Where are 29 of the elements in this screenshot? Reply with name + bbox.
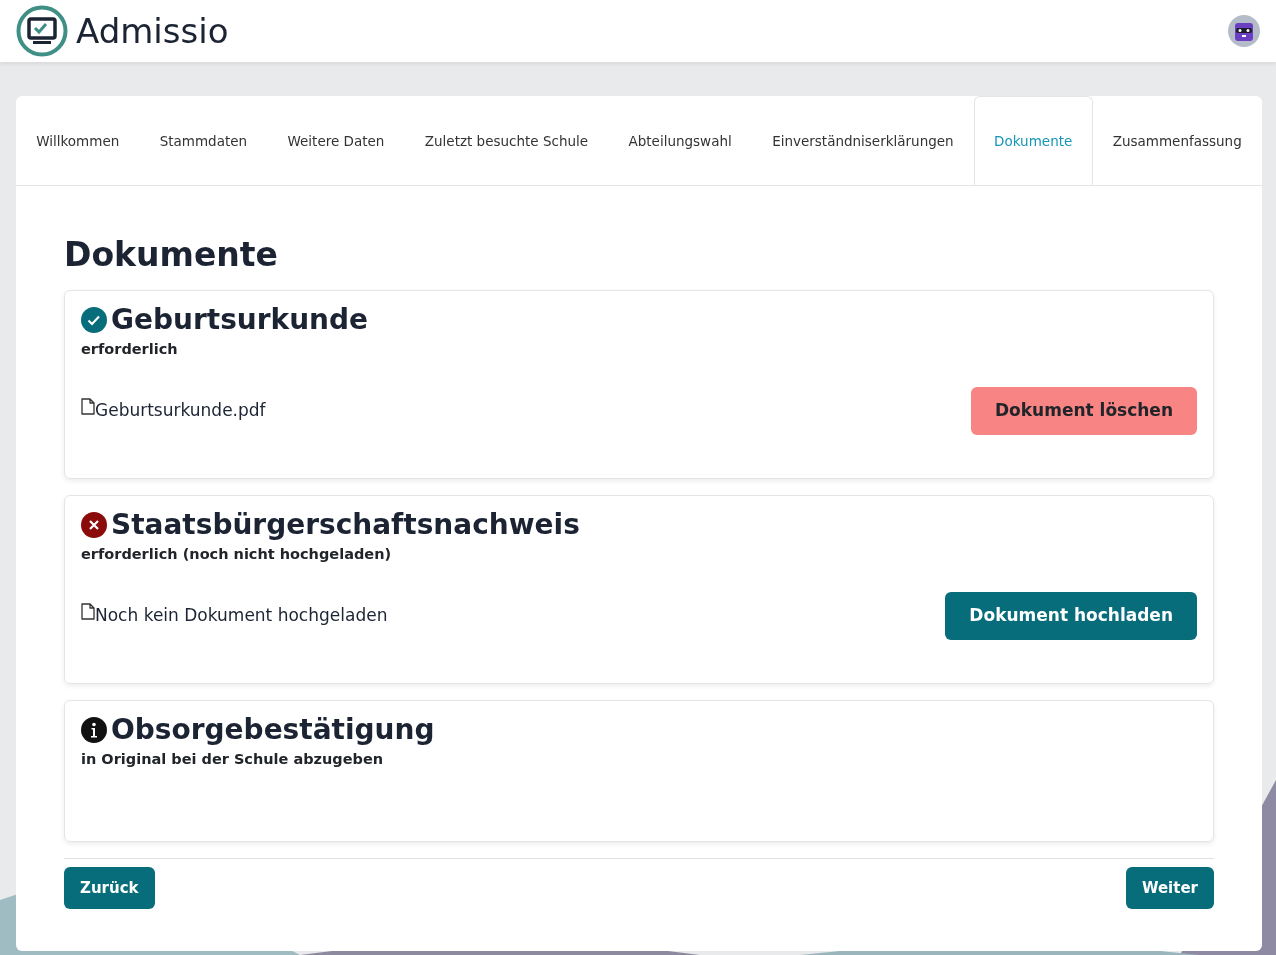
requirement-text: in Original bei der Schule abzugeben	[81, 750, 385, 770]
upload-button[interactable]: Dokument hochladen	[945, 592, 1197, 640]
page-heading: Dokumente	[64, 234, 279, 276]
tab[interactable]: Zuletzt besuchte Schule	[404, 96, 609, 185]
back-button[interactable]: Zurück	[64, 866, 155, 909]
delete-button[interactable]: Dokument löschen	[970, 387, 1197, 435]
requirement-text: erforderlich (noch nicht hochgeladen)	[81, 545, 393, 565]
tab[interactable]: Stammdaten	[139, 96, 268, 185]
next-button[interactable]: Weiter	[1125, 866, 1214, 909]
tab[interactable]: Weitere Daten	[267, 96, 405, 185]
file-icon	[81, 398, 95, 416]
file-name: Noch kein Dokument hochgeladen	[95, 604, 388, 628]
avatar-icon[interactable]	[1228, 15, 1260, 47]
tab[interactable]: Willkommen	[16, 96, 140, 185]
info-circle-icon	[81, 716, 107, 743]
monitor-check-logo	[16, 5, 68, 57]
tab[interactable]: Dokumente	[973, 96, 1093, 185]
tab[interactable]: Einverständniserklärungen	[751, 96, 974, 185]
tab[interactable]: Zusammenfassung	[1092, 96, 1262, 185]
error-circle-icon	[81, 511, 107, 538]
file-icon	[81, 603, 95, 621]
app-title: Admissio	[76, 14, 229, 48]
check-circle-icon	[81, 306, 107, 333]
document-title: Staatsbürgerschaftsnachweis	[111, 509, 580, 541]
document-title: Geburtsurkunde	[111, 304, 369, 336]
file-name: Geburtsurkunde.pdf	[95, 399, 266, 423]
tab[interactable]: Abteilungswahl	[608, 96, 752, 185]
document-title: Obsorgebestätigung	[111, 714, 435, 746]
requirement-text: erforderlich	[81, 340, 179, 360]
